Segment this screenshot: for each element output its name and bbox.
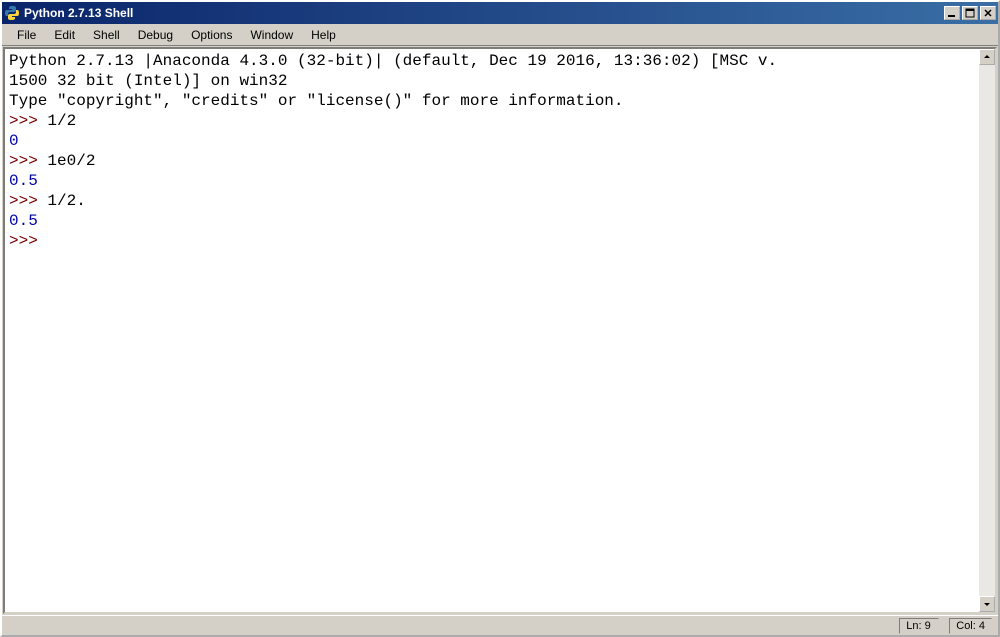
menu-debug[interactable]: Debug (129, 26, 182, 44)
shell-text-area[interactable]: Python 2.7.13 |Anaconda 4.3.0 (32-bit)| … (5, 49, 979, 612)
scroll-up-button[interactable] (979, 49, 995, 65)
input-1: 1/2 (47, 112, 76, 130)
menu-shell[interactable]: Shell (84, 26, 129, 44)
maximize-button[interactable] (962, 6, 978, 20)
minimize-button[interactable] (944, 6, 960, 20)
banner-line-3: Type "copyright", "credits" or "license(… (9, 92, 624, 110)
prompt: >>> (9, 232, 47, 250)
prompt: >>> (9, 192, 47, 210)
menu-help[interactable]: Help (302, 26, 345, 44)
titlebar[interactable]: Python 2.7.13 Shell (2, 2, 998, 24)
output-1: 0 (9, 132, 19, 150)
status-col: Col: 4 (949, 618, 992, 634)
input-2: 1e0/2 (47, 152, 95, 170)
banner-line-1: Python 2.7.13 |Anaconda 4.3.0 (32-bit)| … (9, 52, 777, 70)
statusbar: Ln: 9 Col: 4 (2, 615, 998, 635)
menu-options[interactable]: Options (182, 26, 241, 44)
menu-file[interactable]: File (8, 26, 45, 44)
banner-line-2: 1500 32 bit (Intel)] on win32 (9, 72, 287, 90)
prompt: >>> (9, 152, 47, 170)
menu-edit[interactable]: Edit (45, 26, 84, 44)
python-icon (4, 5, 20, 21)
menubar: File Edit Shell Debug Options Window Hel… (2, 24, 998, 46)
scroll-down-button[interactable] (979, 596, 995, 612)
prompt: >>> (9, 112, 47, 130)
menu-window[interactable]: Window (241, 26, 302, 44)
input-3: 1/2. (47, 192, 85, 210)
close-button[interactable] (980, 6, 996, 20)
output-2: 0.5 (9, 172, 38, 190)
output-3: 0.5 (9, 212, 38, 230)
window-controls (944, 6, 996, 20)
window-title: Python 2.7.13 Shell (24, 6, 944, 20)
app-window: Python 2.7.13 Shell File Edit Shell Debu… (0, 0, 1000, 637)
status-line: Ln: 9 (899, 618, 939, 634)
scroll-track[interactable] (979, 65, 995, 596)
vertical-scrollbar[interactable] (979, 49, 995, 612)
editor-wrap: Python 2.7.13 |Anaconda 4.3.0 (32-bit)| … (3, 47, 997, 614)
